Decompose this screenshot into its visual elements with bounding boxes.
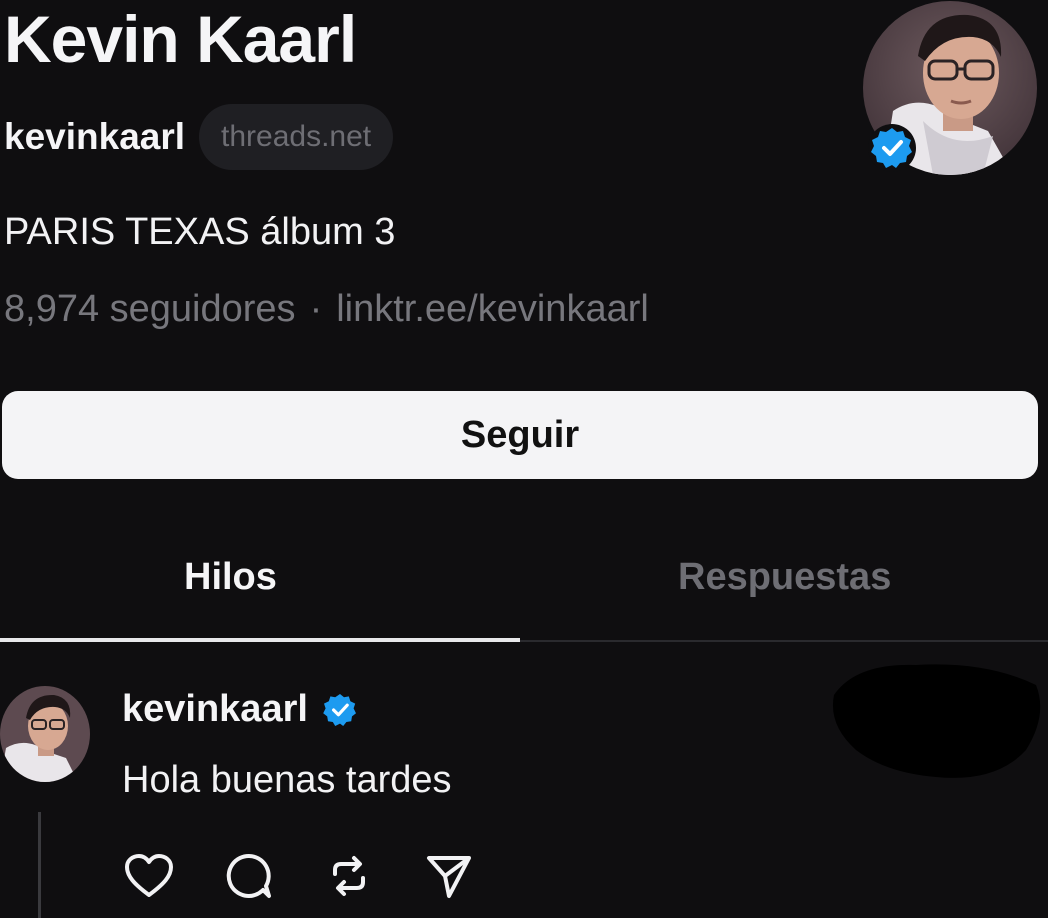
post-actions [122, 848, 522, 904]
verified-check-icon [320, 690, 360, 730]
thread-connector-line [38, 812, 41, 918]
tab-hilos[interactable]: Hilos [184, 555, 277, 601]
verified-check-icon [867, 123, 917, 173]
redaction-scribble [826, 655, 1048, 785]
post-avatar[interactable] [0, 686, 90, 782]
post-text: Hola buenas tardes [122, 759, 452, 801]
meta-separator: · [309, 288, 323, 330]
profile-link[interactable]: linktr.ee/kevinkaarl [336, 288, 649, 330]
threads-profile-page: Kevin Kaarl kevinkaarl threads.net PARIS… [0, 0, 1048, 918]
followers-count[interactable]: 8,974 seguidores [4, 288, 296, 330]
threads-domain-badge[interactable]: threads.net [199, 104, 394, 170]
profile-handle: kevinkaarl [4, 116, 186, 157]
profile-handle-row: kevinkaarl threads.net [4, 100, 394, 174]
post-author[interactable]: kevinkaarl [122, 688, 360, 731]
profile-display-name: Kevin Kaarl [4, 2, 357, 76]
tab-respuestas[interactable]: Respuestas [678, 555, 891, 601]
heart-icon[interactable] [122, 849, 176, 903]
comment-icon[interactable] [222, 849, 276, 903]
post-username[interactable]: kevinkaarl [122, 688, 308, 731]
share-icon[interactable] [422, 849, 476, 903]
follow-button[interactable]: Seguir [2, 391, 1038, 479]
profile-avatar[interactable] [863, 1, 1037, 175]
profile-meta: 8,974 seguidores · linktr.ee/kevinkaarl [4, 287, 649, 333]
repost-icon[interactable] [322, 849, 376, 903]
active-tab-indicator [0, 638, 520, 642]
profile-photo [0, 686, 90, 782]
profile-bio: PARIS TEXAS álbum 3 [4, 211, 396, 253]
